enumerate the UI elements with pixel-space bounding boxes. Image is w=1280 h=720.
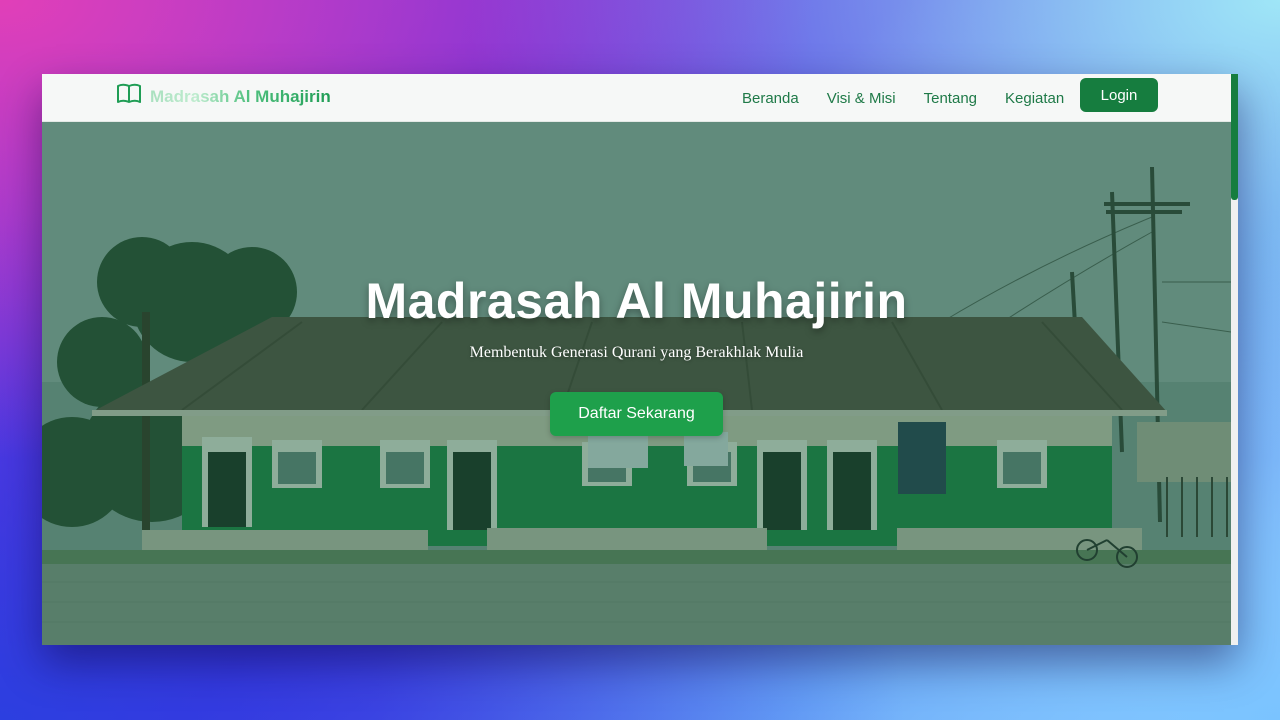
browser-window: Madrasah Al Muhajirin Beranda Visi & Mis… <box>42 74 1238 645</box>
hero-green-overlay <box>42 122 1231 645</box>
open-book-icon <box>116 83 142 110</box>
hero-subtitle: Membentuk Generasi Qurani yang Berakhlak… <box>469 344 804 361</box>
nav-link-visi-misi[interactable]: Visi & Misi <box>827 90 896 107</box>
login-button[interactable]: Login <box>1080 78 1158 112</box>
page-scrollbar[interactable] <box>1231 74 1238 645</box>
daftar-sekarang-button[interactable]: Daftar Sekarang <box>550 392 723 436</box>
nav-link-tentang[interactable]: Tentang <box>924 90 977 107</box>
brand-name: Madrasah Al Muhajirin <box>150 86 331 106</box>
scrollbar-thumb[interactable] <box>1231 74 1238 200</box>
hero-title: Madrasah Al Muhajirin <box>365 273 908 329</box>
hero-section: Madrasah Al Muhajirin Membentuk Generasi… <box>42 122 1231 645</box>
navbar: Madrasah Al Muhajirin Beranda Visi & Mis… <box>42 74 1231 122</box>
nav-links: Beranda Visi & Misi Tentang Kegiatan <box>742 74 1092 122</box>
nav-link-kegiatan[interactable]: Kegiatan <box>1005 90 1064 107</box>
nav-link-beranda[interactable]: Beranda <box>742 90 799 107</box>
brand-logo-link[interactable]: Madrasah Al Muhajirin <box>116 83 331 110</box>
